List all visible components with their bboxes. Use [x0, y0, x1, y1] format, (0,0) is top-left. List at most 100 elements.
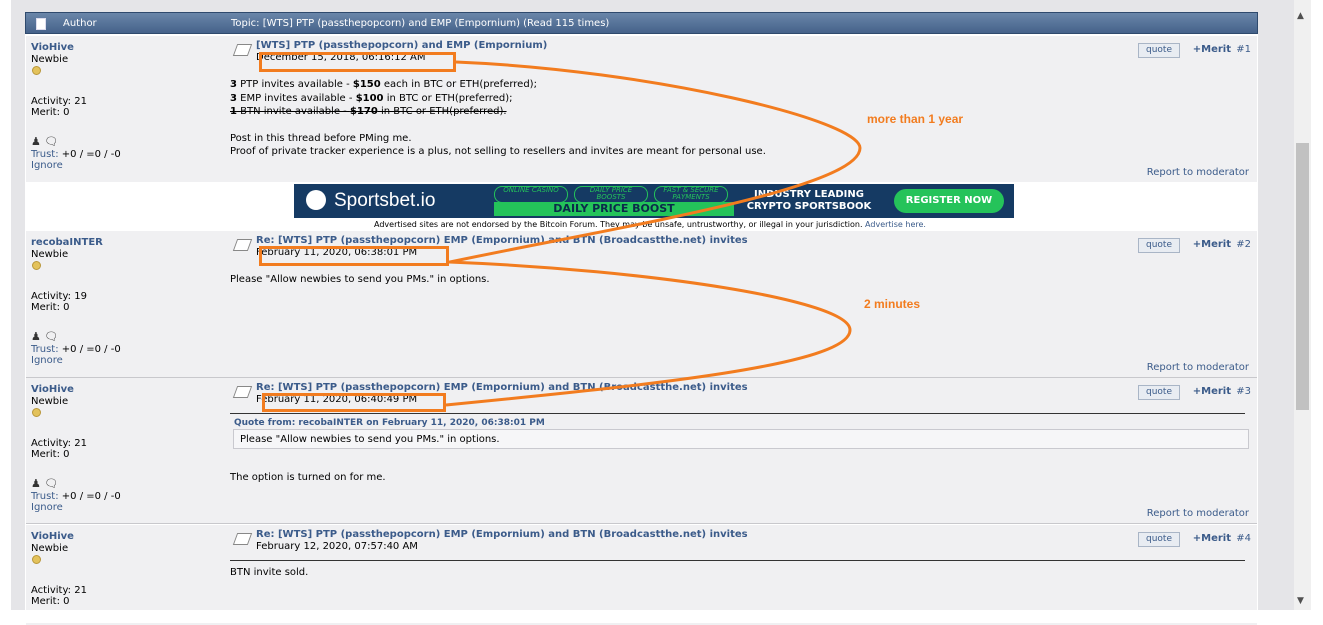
advertise-here-link[interactable]: Advertise here.: [865, 220, 926, 229]
ad-pill: ONLINE CASINO: [494, 186, 568, 203]
topic-title: Topic: [WTS] PTP (passthepopcorn) and EM…: [231, 18, 610, 29]
ad-tagline: INDUSTRY LEADING CRYPTO SPORTSBOOK: [746, 189, 872, 212]
post-merit: Merit: 0: [31, 107, 70, 118]
post-merit: Merit: 0: [31, 302, 70, 313]
quote-button[interactable]: quote: [1138, 43, 1180, 58]
trust-row: Trust: +0 / =0 / -0: [31, 344, 121, 355]
body-line: 3 EMP invites available - $100 in BTC or…: [230, 92, 513, 104]
message-icon: [232, 533, 253, 545]
coin-icon: [32, 66, 41, 75]
speech-bubble-icon[interactable]: 🗨: [44, 135, 58, 148]
trust-label[interactable]: Trust:: [31, 149, 59, 160]
scroll-up-icon[interactable]: ▲: [1297, 11, 1304, 21]
ignore-link[interactable]: Ignore: [31, 355, 63, 366]
post-body: 3 PTP invites available - $150 each in B…: [230, 78, 766, 159]
post-subject[interactable]: [WTS] PTP (passthepopcorn) and EMP (Empo…: [256, 40, 547, 51]
highlight-box-date-2: [259, 246, 449, 266]
body-line: 3 PTP invites available - $150 each in B…: [230, 79, 537, 90]
trust-user-icon[interactable]: ♟: [31, 330, 41, 343]
scrollbar-thumb[interactable]: [1296, 143, 1309, 410]
post-number[interactable]: #2: [1236, 239, 1251, 250]
body-line: Post in this thread before PMing me.: [230, 132, 412, 144]
post-rank: Newbie: [31, 249, 69, 260]
quote-button[interactable]: quote: [1138, 238, 1180, 253]
post-number[interactable]: #3: [1236, 386, 1251, 397]
scroll-down-icon[interactable]: ▼: [1297, 596, 1304, 606]
trust-user-icon[interactable]: ♟: [31, 477, 41, 490]
post-body: BTN invite sold.: [230, 567, 309, 578]
post-body: The option is turned on for me.: [230, 472, 386, 483]
merit-link[interactable]: +Merit: [1193, 239, 1231, 250]
ad-disclaimer: Advertised sites are not endorsed by the…: [374, 220, 926, 229]
post-rank: Newbie: [31, 54, 69, 65]
quote-header-link[interactable]: Quote from: recobaINTER on February 11, …: [234, 418, 545, 428]
post-author[interactable]: VioHive: [31, 531, 74, 542]
merit-link[interactable]: +Merit: [1193, 533, 1231, 544]
trust-row: Trust: +0 / =0 / -0: [31, 491, 121, 502]
post-body: Please "Allow newbies to send you PMs." …: [230, 274, 490, 285]
highlight-box-date-3: [262, 393, 446, 412]
body-line-strikethrough: 1 BTN invite available - $170 in BTC or …: [230, 106, 507, 117]
post-3: VioHive Newbie Activity: 21 Merit: 0 ♟ 🗨…: [26, 378, 1257, 524]
merit-link[interactable]: +Merit: [1193, 386, 1231, 397]
post-merit: Merit: 0: [31, 449, 70, 460]
post-subject[interactable]: Re: [WTS] PTP (passthepopcorn) EMP (Empo…: [256, 382, 748, 393]
merit-link[interactable]: +Merit: [1193, 44, 1231, 55]
ad-strip: DAILY PRICE BOOST: [494, 202, 734, 216]
coin-icon: [32, 261, 41, 270]
report-to-moderator-link[interactable]: Report to moderator: [1147, 508, 1249, 519]
post-activity: Activity: 21: [31, 438, 87, 449]
speech-bubble-icon[interactable]: 🗨: [44, 477, 58, 490]
post-activity: Activity: 21: [31, 585, 87, 596]
bottom-strip: [0, 610, 1323, 623]
topic-header: Author Topic: [WTS] PTP (passthepopcorn)…: [25, 12, 1258, 34]
ad-pill: DAILY PRICE BOOSTS: [574, 186, 648, 203]
post-divider: [230, 413, 1245, 414]
trust-row: Trust: +0 / =0 / -0: [31, 149, 121, 160]
post-2: recobaINTER Newbie Activity: 19 Merit: 0…: [26, 231, 1257, 378]
post-subject[interactable]: Re: [WTS] PTP (passthepopcorn) EMP (Empo…: [256, 529, 748, 540]
speech-bubble-icon[interactable]: 🗨: [44, 330, 58, 343]
quote-box: Please "Allow newbies to send you PMs." …: [233, 429, 1249, 449]
message-icon: [232, 386, 253, 398]
user-icons: ♟ 🗨: [31, 330, 58, 343]
trust-value: +0 / =0 / -0: [58, 149, 121, 160]
post-subject[interactable]: Re: [WTS] PTP (passthepopcorn) EMP (Empo…: [256, 235, 748, 246]
post-number[interactable]: #4: [1236, 533, 1251, 544]
document-icon: [36, 18, 46, 30]
ignore-link[interactable]: Ignore: [31, 502, 63, 513]
highlight-box-date-1: [259, 52, 456, 72]
ad-banner[interactable]: Sportsbet.io ONLINE CASINO DAILY PRICE B…: [294, 184, 1014, 218]
quote-button[interactable]: quote: [1138, 532, 1180, 547]
post-author[interactable]: recobaINTER: [31, 237, 103, 248]
trust-user-icon[interactable]: ♟: [31, 135, 41, 148]
report-to-moderator-link[interactable]: Report to moderator: [1147, 167, 1249, 178]
coin-icon: [32, 555, 41, 564]
annotation-gap-2: 2 minutes: [864, 297, 921, 311]
ad-pill: FAST & SECURE PAYMENTS: [654, 186, 728, 203]
sportsbet-logo-icon: [306, 190, 326, 210]
post-1: VioHive Newbie Activity: 21 Merit: 0 ♟ 🗨…: [26, 36, 1257, 183]
message-icon: [232, 239, 253, 251]
annotation-gap-1: more than 1 year: [867, 112, 964, 126]
ad-brand: Sportsbet.io: [334, 190, 436, 211]
post-activity: Activity: 19: [31, 291, 87, 302]
advertisement: Sportsbet.io ONLINE CASINO DAILY PRICE B…: [26, 182, 1257, 230]
post-date: February 12, 2020, 07:57:40 AM: [256, 541, 418, 552]
trust-label[interactable]: Trust:: [31, 491, 59, 502]
trust-label[interactable]: Trust:: [31, 344, 59, 355]
post-rank: Newbie: [31, 396, 69, 407]
post-activity: Activity: 21: [31, 96, 87, 107]
report-to-moderator-link[interactable]: Report to moderator: [1147, 362, 1249, 373]
ignore-link[interactable]: Ignore: [31, 160, 63, 171]
post-number[interactable]: #1: [1236, 44, 1251, 55]
quote-button[interactable]: quote: [1138, 385, 1180, 400]
user-icons: ♟ 🗨: [31, 135, 58, 148]
post-author[interactable]: VioHive: [31, 384, 74, 395]
post-author[interactable]: VioHive: [31, 42, 74, 53]
coin-icon: [32, 408, 41, 417]
post-merit: Merit: 0: [31, 596, 70, 607]
trust-value: +0 / =0 / -0: [58, 344, 121, 355]
register-now-button[interactable]: REGISTER NOW: [894, 189, 1004, 213]
user-icons: ♟ 🗨: [31, 477, 58, 490]
